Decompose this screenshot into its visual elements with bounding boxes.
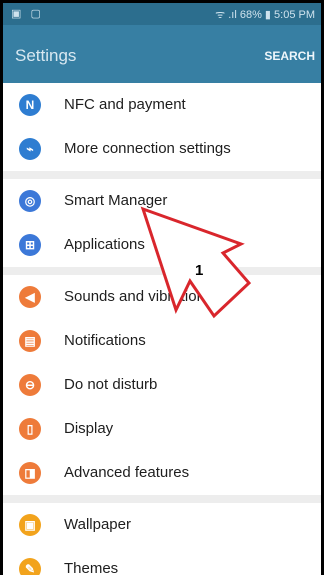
- settings-group: ◎ Smart Manager ⊞ Applications: [3, 179, 321, 267]
- status-indicators: ᯤ .ıl 68% ▮ 5:05 PM: [215, 9, 315, 21]
- settings-item-display[interactable]: ▯ Display: [3, 407, 321, 451]
- settings-item-label: NFC and payment: [64, 96, 186, 113]
- settings-item-label: Applications: [64, 236, 145, 253]
- settings-item-label: Sounds and vibration: [64, 288, 205, 305]
- settings-list: N NFC and payment ⌁ More connection setting…: [3, 83, 321, 575]
- section-divider: [3, 171, 321, 179]
- settings-item-label: Do not disturb: [64, 376, 158, 393]
- settings-item-label: Themes: [64, 560, 119, 575]
- wallpaper-icon: ▣: [19, 514, 41, 536]
- search-button[interactable]: SEARCH: [264, 49, 315, 63]
- section-divider: [3, 267, 321, 275]
- notifications-icon: ▤: [19, 330, 41, 352]
- settings-item-label: Display: [64, 420, 114, 437]
- settings-item-sounds-and-vibration[interactable]: ◀ Sounds and vibration: [3, 275, 321, 319]
- settings-item-label: Smart Manager: [64, 192, 168, 209]
- do-not-disturb-icon: ⊖: [19, 374, 41, 396]
- annotation-label: 1: [195, 262, 204, 279]
- wireless-icon: ⌁: [19, 138, 41, 160]
- settings-item-label: Wallpaper: [64, 516, 131, 533]
- settings-item-themes[interactable]: ✎ Themes: [3, 547, 321, 575]
- page-title: Settings: [15, 46, 77, 65]
- settings-item-notifications[interactable]: ▤ Notifications: [3, 319, 321, 363]
- display-icon: ▯: [19, 418, 41, 440]
- settings-item-do-not-disturb[interactable]: ⊖ Do not disturb: [3, 363, 321, 407]
- settings-item-applications[interactable]: ⊞ Applications: [3, 223, 321, 267]
- settings-group: ▣ Wallpaper ✎ Themes: [3, 503, 321, 575]
- applications-icon: ⊞: [19, 234, 41, 256]
- notification-icons: ▣ ▢: [11, 8, 44, 20]
- section-divider: [3, 495, 321, 503]
- settings-group: N NFC and payment ⌁ More connection setting…: [3, 83, 321, 171]
- app-bar: Settings SEARCH: [3, 25, 321, 83]
- nfc-icon: N: [19, 94, 41, 116]
- settings-item-label: More connection settings: [64, 140, 231, 157]
- settings-item-label: Notifications: [64, 332, 146, 349]
- smart-manager-icon: ◎: [19, 190, 41, 212]
- settings-group: ◀ Sounds and vibration ▤ Notifications ⊖ Do n…: [3, 275, 321, 495]
- settings-item-advanced-features[interactable]: ◨ Advanced features: [3, 451, 321, 495]
- status-bar: ▣ ▢ ᯤ .ıl 68% ▮ 5:05 PM: [3, 3, 321, 25]
- phone-screen: ▣ ▢ ᯤ .ıl 68% ▮ 5:05 PM Settings SEARCH …: [3, 3, 321, 575]
- settings-item-label: Advanced features: [64, 464, 190, 481]
- advanced-features-icon: ◨: [19, 462, 41, 484]
- themes-icon: ✎: [19, 558, 41, 575]
- settings-item-more-connection-settings[interactable]: ⌁ More connection settings: [3, 127, 321, 171]
- settings-item-smart-manager[interactable]: ◎ Smart Manager: [3, 179, 321, 223]
- settings-item-wallpaper[interactable]: ▣ Wallpaper: [3, 503, 321, 547]
- settings-item-nfc-and-payment[interactable]: N NFC and payment: [3, 83, 321, 127]
- sound-icon: ◀: [19, 286, 41, 308]
